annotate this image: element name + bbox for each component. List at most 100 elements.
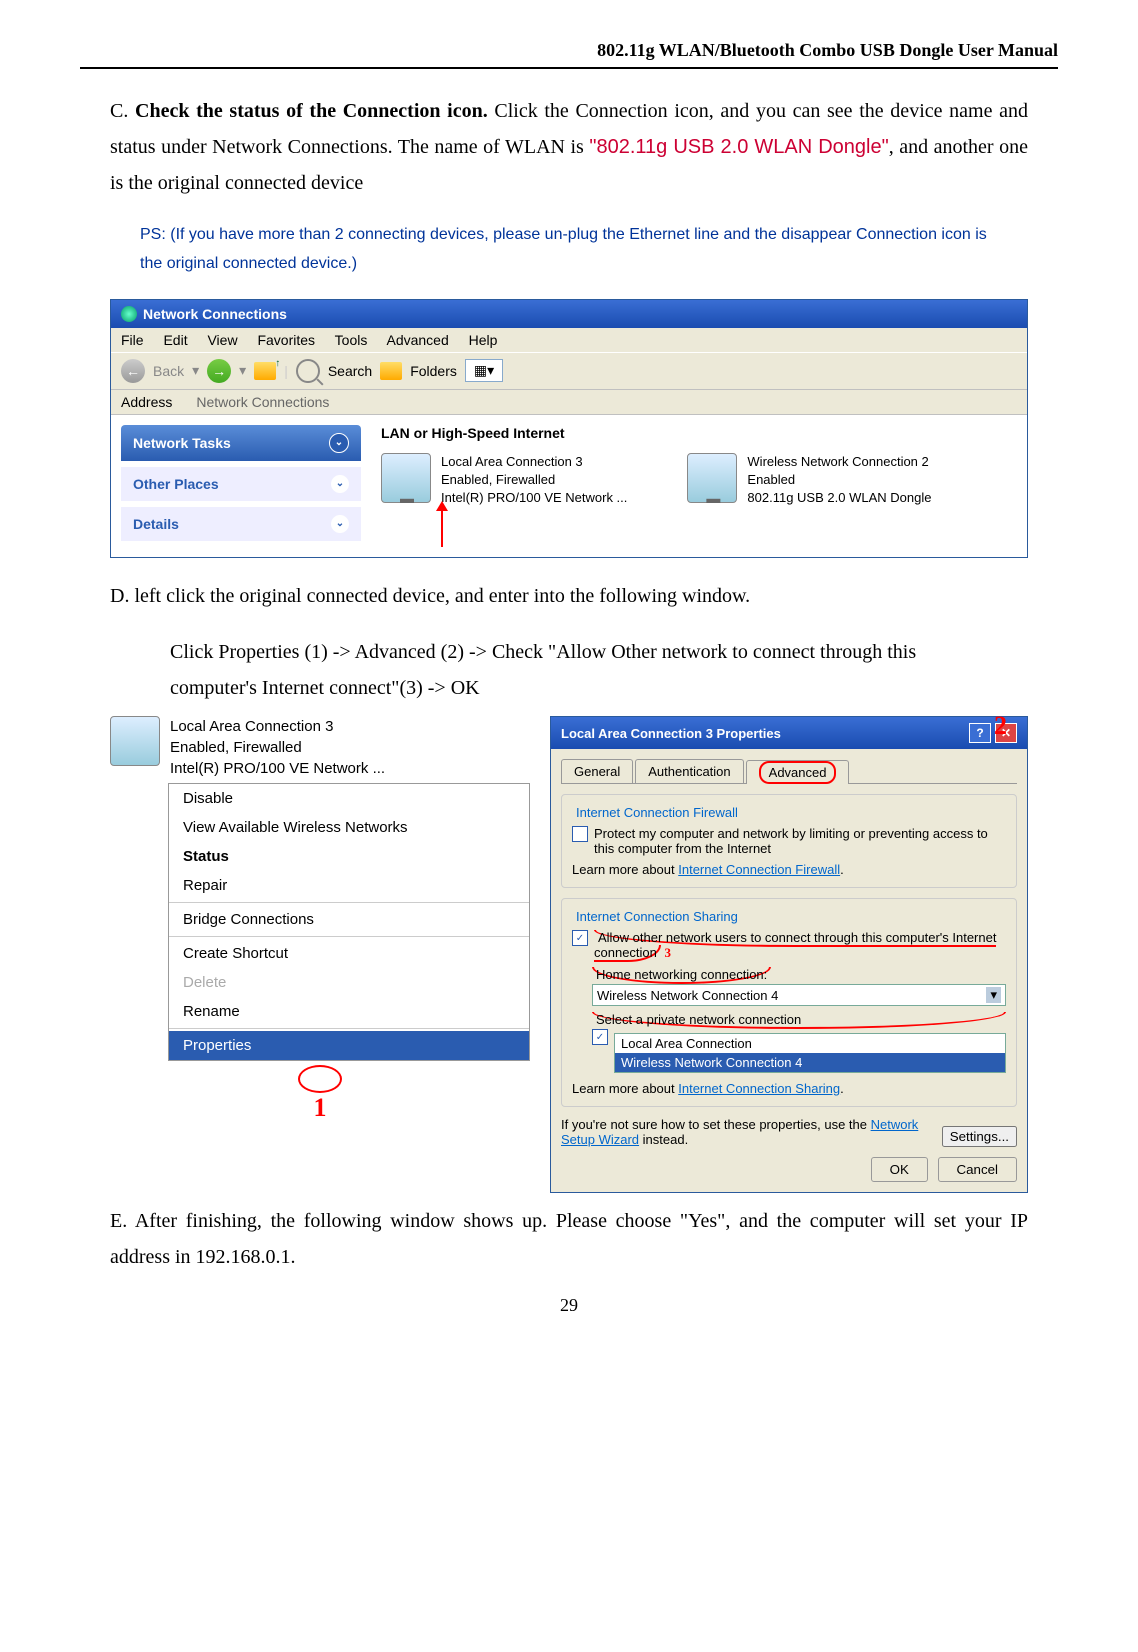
section-d-text: left click the original connected device… (134, 585, 750, 607)
ok-button[interactable]: OK (871, 1157, 928, 1182)
nc-sidebar: Network Tasks ⌄ Other Places ⌄ Details ⌄ (111, 415, 371, 558)
cancel-button[interactable]: Cancel (938, 1157, 1018, 1182)
section-c: C. Check the status of the Connection ic… (110, 93, 1028, 201)
chevron-down-icon: ▾ (986, 987, 1001, 1003)
settings-button[interactable]: Settings... (942, 1126, 1017, 1147)
address-label: Address (121, 394, 172, 410)
priv-opt-1[interactable]: Wireless Network Connection 4 (615, 1053, 1005, 1072)
ctx-disable[interactable]: Disable (169, 784, 529, 813)
ctx-rename[interactable]: Rename (169, 997, 529, 1026)
folders-button[interactable]: Folders (410, 363, 457, 379)
connection-icon-3 (110, 716, 160, 766)
details-label: Details (133, 516, 179, 532)
menu-help[interactable]: Help (469, 332, 498, 348)
expand-icon[interactable]: ⌄ (331, 475, 349, 493)
ics-link[interactable]: Internet Connection Sharing (678, 1081, 840, 1096)
fw-link[interactable]: Internet Connection Firewall (678, 862, 840, 877)
ctx-delete: Delete (169, 968, 529, 997)
forward-icon[interactable]: → (207, 359, 231, 383)
back-button[interactable]: Back (153, 363, 184, 379)
conn2-status: Enabled (747, 471, 931, 489)
up-folder-icon[interactable] (254, 362, 276, 380)
props-tabs: General Authentication Advanced (561, 759, 1017, 784)
menu-view[interactable]: View (207, 332, 237, 348)
d2-b: Properties (1) -> Advanced (2) -> (218, 641, 487, 663)
network-connections-window: Network Connections File Edit View Favor… (110, 299, 1028, 559)
globe-icon (121, 306, 137, 322)
connection-icon (381, 453, 431, 503)
globe-small-icon (178, 395, 192, 409)
fw-checkbox[interactable] (572, 826, 588, 842)
page-number: 29 (80, 1295, 1058, 1316)
d2-e: (3) -> OK (399, 677, 479, 699)
back-icon[interactable]: ← (121, 359, 145, 383)
search-button[interactable]: Search (328, 363, 372, 379)
other-places-panel[interactable]: Other Places ⌄ (121, 467, 361, 501)
ctx-header: Local Area Connection 3 Enabled, Firewal… (110, 716, 530, 779)
ics-learn: Learn more about (572, 1081, 678, 1096)
section-c-label: C. (110, 100, 128, 122)
address-value[interactable]: Network Connections (178, 394, 329, 410)
ctx-repair[interactable]: Repair (169, 871, 529, 900)
props-titlebar: Local Area Connection 3 Properties ? ✕ (551, 717, 1027, 749)
d2-a: Click (170, 641, 218, 663)
menu-file[interactable]: File (121, 332, 144, 348)
conn1-name: Local Area Connection 3 (441, 453, 627, 471)
ics-fieldset: Internet Connection Sharing ✓ Allow othe… (561, 898, 1017, 1107)
help-text2: instead. (639, 1132, 688, 1147)
connection-1[interactable]: Local Area Connection 3 Enabled, Firewal… (381, 453, 627, 508)
view-button[interactable]: ▦▾ (465, 359, 503, 382)
ps-note: PS: (If you have more than 2 connecting … (140, 221, 998, 279)
nc-toolbar: ← Back▾ →▾ | Search Folders ▦▾ (111, 352, 1027, 390)
tab-authentication[interactable]: Authentication (635, 759, 743, 783)
expand-icon-2[interactable]: ⌄ (331, 515, 349, 533)
tab-general[interactable]: General (561, 759, 633, 783)
tab-advanced[interactable]: Advanced (746, 760, 850, 784)
ctx-view-networks[interactable]: View Available Wireless Networks (169, 813, 529, 842)
help-icon[interactable]: ? (969, 723, 991, 743)
network-tasks-panel[interactable]: Network Tasks ⌄ (121, 425, 361, 461)
priv-checkbox[interactable]: ✓ (592, 1029, 608, 1045)
details-panel[interactable]: Details ⌄ (121, 507, 361, 541)
ctx-properties[interactable]: Properties (169, 1031, 529, 1060)
folders-icon[interactable] (380, 362, 402, 380)
ctx-status[interactable]: Status (169, 842, 529, 871)
home-select[interactable]: Wireless Network Connection 4 ▾ (592, 984, 1006, 1006)
collapse-icon[interactable]: ⌄ (329, 433, 349, 453)
nc-addressbar: Address Network Connections (111, 390, 1027, 415)
red-oval-1 (298, 1065, 342, 1093)
network-tasks-label: Network Tasks (133, 435, 231, 451)
menu-edit[interactable]: Edit (163, 332, 187, 348)
priv-listbox[interactable]: Local Area Connection Wireless Network C… (614, 1033, 1006, 1073)
section-d: D. left click the original connected dev… (110, 578, 1028, 614)
ics-checkbox[interactable]: ✓ (572, 930, 588, 946)
section-d-label: D. (110, 585, 129, 607)
connection-2[interactable]: Wireless Network Connection 2 Enabled 80… (687, 453, 931, 508)
section-c-bold: Check the status of the Connection icon. (135, 100, 488, 122)
connection-icon-2 (687, 453, 737, 503)
nc-title: Network Connections (143, 306, 287, 322)
marker-1: 1 (110, 1093, 530, 1123)
properties-dialog: Local Area Connection 3 Properties ? ✕ 2… (550, 716, 1028, 1193)
ctx-device: Intel(R) PRO/100 VE Network ... (170, 758, 385, 779)
conn2-device: 802.11g USB 2.0 WLAN Dongle (747, 489, 931, 507)
menu-advanced[interactable]: Advanced (386, 332, 448, 348)
menu-tools[interactable]: Tools (335, 332, 368, 348)
home-label: Home networking connection: (592, 967, 771, 984)
nc-content: LAN or High-Speed Internet Local Area Co… (371, 415, 1027, 558)
ctx-status: Enabled, Firewalled (170, 737, 385, 758)
priv-opt-0[interactable]: Local Area Connection (615, 1034, 1005, 1053)
ctx-bridge[interactable]: Bridge Connections (169, 905, 529, 934)
menu-favorites[interactable]: Favorites (257, 332, 315, 348)
d2-c: Check (487, 641, 548, 663)
search-icon[interactable] (296, 359, 320, 383)
section-e-label: E. (110, 1210, 127, 1232)
marker-2: 2 (994, 711, 1007, 741)
ics-chk-label: Allow other network users to connect thr… (594, 930, 996, 962)
home-select-value: Wireless Network Connection 4 (597, 988, 778, 1003)
ctx-shortcut[interactable]: Create Shortcut (169, 939, 529, 968)
other-places-label: Other Places (133, 476, 219, 492)
page-header: 802.11g WLAN/Bluetooth Combo USB Dongle … (80, 40, 1058, 61)
nc-titlebar: Network Connections (111, 300, 1027, 328)
address-text: Network Connections (196, 394, 329, 410)
